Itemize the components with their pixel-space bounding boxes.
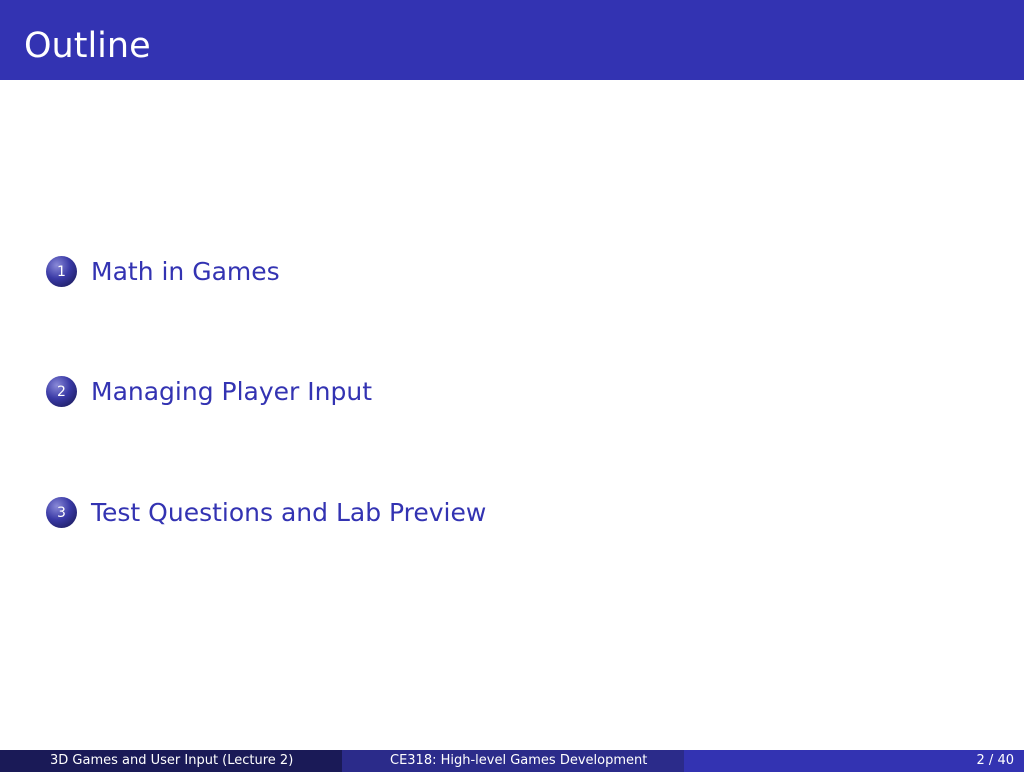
- item-number-badge: 1: [46, 256, 77, 287]
- footer-bar: 3D Games and User Input (Lecture 2) CE31…: [0, 750, 1024, 772]
- outline-item-label: Test Questions and Lab Preview: [91, 498, 487, 527]
- item-number-badge: 3: [46, 497, 77, 528]
- footer-course-title: CE318: High-level Games Development: [342, 750, 684, 772]
- slide: Outline 1 Math in Games 2 Managing Playe…: [0, 0, 1024, 772]
- item-number-badge: 2: [46, 376, 77, 407]
- footer-lecture-title: 3D Games and User Input (Lecture 2): [0, 750, 342, 772]
- footer-page-number: 2 / 40: [684, 750, 1024, 772]
- outline-item-label: Math in Games: [91, 257, 280, 286]
- outline-item-label: Managing Player Input: [91, 377, 373, 406]
- outline-list: 1 Math in Games 2 Managing Player Input …: [0, 0, 1024, 772]
- outline-item-test-questions[interactable]: 3 Test Questions and Lab Preview: [46, 497, 486, 528]
- outline-item-math-in-games[interactable]: 1 Math in Games: [46, 256, 280, 287]
- outline-item-managing-player-input[interactable]: 2 Managing Player Input: [46, 376, 372, 407]
